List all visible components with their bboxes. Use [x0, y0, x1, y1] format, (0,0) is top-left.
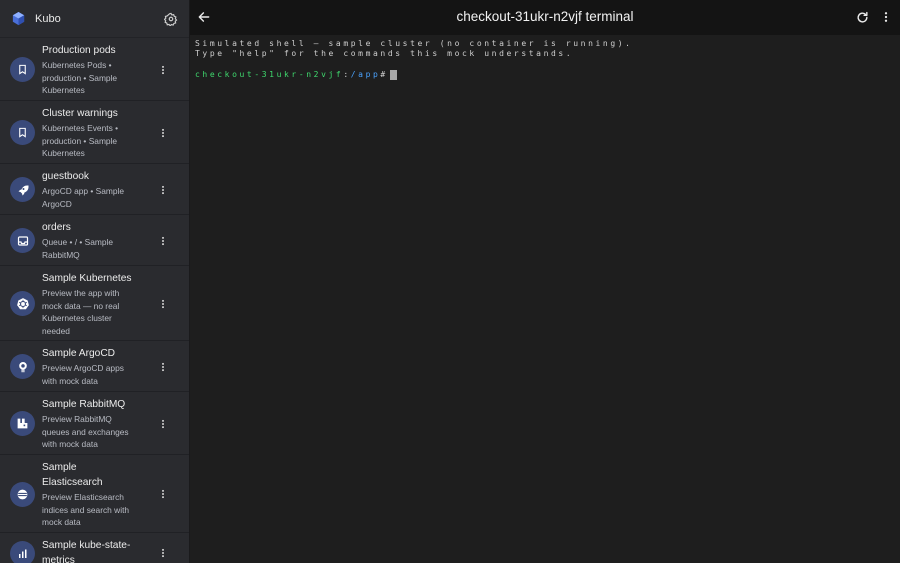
sidebar-item-subtitle: mock data — [42, 517, 81, 527]
more-vert-icon[interactable] — [878, 9, 894, 25]
kubernetes-icon — [10, 291, 35, 316]
sidebar-item-subtitle: production • Sample — [42, 72, 118, 83]
sidebar-item-title: Sample RabbitMQ — [42, 399, 126, 410]
kubo-logo-icon — [12, 11, 25, 26]
sidebar-item[interactable]: orders Queue • / • Sample RabbitMQ — [0, 215, 189, 266]
rocket-icon — [10, 177, 35, 202]
settings-gear-icon[interactable] — [163, 11, 179, 27]
sidebar-item-text: guestbook ArgoCD app • Sample ArgoCD — [42, 169, 124, 210]
sidebar-item[interactable]: Production pods Kubernetes Pods • producti… — [0, 38, 189, 101]
sidebar-item-subtitle: needed — [42, 325, 70, 336]
sidebar-item[interactable]: guestbook ArgoCD app • Sample ArgoCD — [0, 164, 189, 215]
item-menu-icon[interactable] — [156, 297, 170, 311]
sidebar-item-subtitle: Preview RabbitMQ — [42, 414, 112, 424]
item-menu-icon[interactable] — [156, 63, 170, 77]
sidebar-item-text: Sample RabbitMQ Preview RabbitMQ queues an… — [42, 397, 129, 451]
sidebar-item-subtitle: Kubernetes Events • — [42, 123, 119, 133]
sidebar-item-title: Sample kube-state- metrics — [42, 540, 131, 563]
sidebar-item-text: Sample Kubernetes Preview the app with moc… — [42, 271, 131, 337]
sidebar-item-text: Cluster warnings Kubernetes Events • produ… — [42, 106, 118, 160]
prompt-path: /app — [350, 70, 381, 79]
sidebar-item-subtitle: Preview Elasticsearch — [42, 492, 124, 502]
sidebar-list: Production pods Kubernetes Pods • producti… — [0, 38, 189, 563]
prompt-host: checkout-31ukr-n2vjf — [195, 70, 344, 79]
item-menu-icon[interactable] — [156, 546, 170, 560]
terminal-cursor — [389, 69, 397, 80]
sidebar-item-title: Cluster warnings — [42, 108, 118, 119]
item-menu-icon[interactable] — [156, 360, 170, 374]
sidebar-item-subtitle: Preview the app with — [42, 288, 120, 298]
sidebar-item-text: Sample Elasticsearch Preview Elasticsearc… — [42, 460, 129, 529]
sidebar-item-text: orders Queue • / • Sample RabbitMQ — [42, 220, 113, 261]
argocd-icon — [10, 354, 35, 379]
terminal-line: Type "help" for the commands this mock u… — [195, 49, 574, 58]
item-menu-icon[interactable] — [156, 487, 170, 501]
sidebar-item-title: Sample ArgoCD — [42, 348, 116, 359]
item-menu-icon[interactable] — [156, 183, 170, 197]
sidebar: Kubo Production pods Kubernetes Pods • pro… — [0, 0, 190, 563]
page-title: checkout-31ukr-n2vjf terminal — [456, 9, 634, 24]
metrics-icon — [10, 541, 35, 563]
sidebar-item-subtitle: Preview ArgoCD apps — [42, 363, 124, 373]
terminal-prompt: checkout-31ukr-n2vjf:/app # — [195, 69, 895, 80]
item-menu-icon[interactable] — [156, 234, 170, 248]
bookmark-icon — [10, 57, 35, 82]
elasticsearch-icon — [10, 482, 35, 507]
sidebar-item-subtitle: with mock data — [42, 375, 98, 386]
sidebar-item-subtitle: production • Sample — [42, 135, 118, 146]
prompt-hash: # — [380, 70, 388, 79]
sidebar-item-subtitle: Kubernetes Pods • — [42, 60, 112, 70]
sidebar-item-text: Production pods Kubernetes Pods • producti… — [42, 43, 117, 97]
prompt-separator: : — [343, 70, 351, 79]
sidebar-item-subtitle: Queue • / • Sample — [42, 237, 114, 247]
rabbitmq-icon — [10, 411, 35, 436]
sidebar-item-subtitle: Kubernetes cluster — [42, 313, 112, 323]
refresh-icon[interactable] — [854, 9, 870, 25]
app-bar: checkout-31ukr-n2vjf terminal — [190, 0, 900, 35]
sidebar-item-title: orders — [42, 222, 71, 233]
sidebar-item-subtitle: Kubernetes — [42, 85, 85, 95]
sidebar-item[interactable]: Sample kube-state- metrics — [0, 533, 189, 563]
terminal-view[interactable]: Simulated shell — sample cluster (no con… — [190, 35, 900, 563]
inbox-icon — [10, 228, 35, 253]
bookmark-icon — [10, 120, 35, 145]
sidebar-item[interactable]: Cluster warnings Kubernetes Events • produ… — [0, 101, 189, 164]
sidebar-item-subtitle: mock data — no real — [42, 300, 120, 311]
item-menu-icon[interactable] — [156, 126, 170, 140]
sidebar-item-text: Sample kube-state- metrics — [42, 538, 130, 563]
terminal-line: Simulated shell — sample cluster (no con… — [195, 39, 633, 48]
sidebar-item-subtitle: queues and exchanges — [42, 426, 129, 437]
sidebar-item-subtitle: ArgoCD app • Sample — [42, 186, 125, 196]
sidebar-item[interactable]: Sample Kubernetes Preview the app with moc… — [0, 266, 189, 341]
sidebar-item-subtitle: Kubernetes — [42, 148, 85, 158]
item-menu-icon[interactable] — [156, 417, 170, 431]
sidebar-item-title: guestbook — [42, 171, 90, 182]
sidebar-item[interactable]: Sample ArgoCD Preview ArgoCD apps with moc… — [0, 341, 189, 392]
sidebar-item-title: Sample Elasticsearch — [42, 462, 103, 488]
sidebar-header: Kubo — [0, 0, 189, 38]
sidebar-item-subtitle: with mock data — [42, 439, 98, 449]
sidebar-item-subtitle: RabbitMQ — [42, 249, 80, 260]
sidebar-item-subtitle: indices and search with — [42, 504, 130, 515]
sidebar-item[interactable]: Sample Elasticsearch Preview Elasticsearc… — [0, 455, 189, 533]
sidebar-item-title: Sample Kubernetes — [42, 273, 132, 284]
sidebar-item-title: Production pods — [42, 45, 116, 56]
sidebar-item-text: Sample ArgoCD Preview ArgoCD apps with moc… — [42, 346, 124, 387]
sidebar-item-subtitle: ArgoCD — [42, 198, 72, 209]
sidebar-item[interactable]: Sample RabbitMQ Preview RabbitMQ queues an… — [0, 392, 189, 455]
app-title: Kubo — [35, 12, 61, 25]
